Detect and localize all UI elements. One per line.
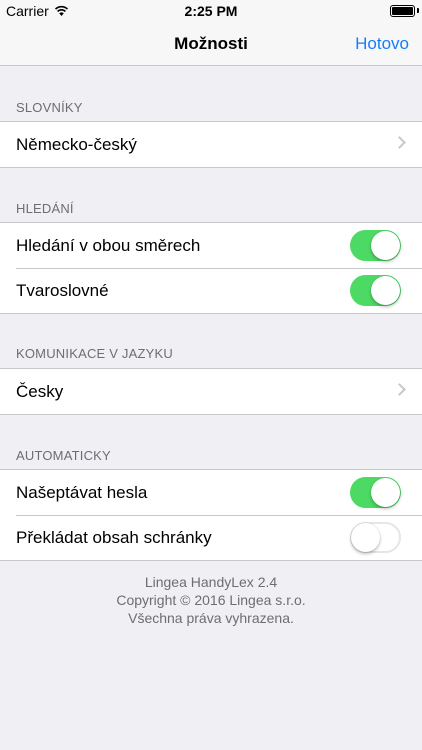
section-header-dictionaries: SLOVNÍKY (16, 100, 83, 115)
search-both-directions-toggle[interactable] (350, 230, 401, 261)
row-label: Našeptávat hesla (16, 482, 148, 502)
translate-clipboard-toggle[interactable] (350, 522, 401, 553)
navigation-bar: Možnosti Hotovo (0, 22, 422, 66)
chevron-right-icon (393, 136, 406, 149)
group-search: Hledání v obou směrech Tvaroslovné (0, 222, 422, 314)
row-label: Česky (16, 381, 64, 401)
copyright: Copyright © 2016 Lingea s.r.o. (116, 592, 306, 608)
row-translate-clipboard: Překládat obsah schránky (0, 515, 422, 560)
toggle-knob (371, 478, 400, 507)
row-suggest-entries: Našeptávat hesla (0, 470, 422, 515)
battery-tip (417, 8, 419, 13)
toggle-knob (371, 276, 400, 305)
status-time: 2:25 PM (184, 3, 238, 19)
row-label: Německo-český (16, 134, 137, 154)
row-morphology: Tvaroslovné (0, 268, 422, 313)
row-label: Tvaroslovné (16, 280, 109, 300)
battery-icon (390, 5, 415, 17)
app-version: Lingea HandyLex 2.4 (144, 574, 278, 590)
done-button[interactable]: Hotovo (355, 34, 409, 54)
group-dictionaries: Německo-český (0, 121, 422, 168)
section-header-automatic: AUTOMATICKY (16, 448, 111, 463)
row-search-both-directions: Hledání v obou směrech (0, 223, 422, 268)
app-info-footer: Lingea HandyLex 2.4 Copyright © 2016 Lin… (0, 573, 422, 627)
row-label: Překládat obsah schránky (16, 527, 212, 547)
toggle-knob (351, 523, 380, 552)
morphology-toggle[interactable] (350, 275, 401, 306)
row-label: Hledání v obou směrech (16, 235, 201, 255)
status-bar: Carrier 2:25 PM (0, 0, 422, 22)
section-header-search: HLEDÁNÍ (16, 201, 74, 216)
group-automatic: Našeptávat hesla Překládat obsah schránk… (0, 469, 422, 561)
group-language: Česky (0, 368, 422, 415)
rights-reserved: Všechna práva vyhrazena. (128, 610, 294, 626)
row-language[interactable]: Česky (0, 369, 422, 414)
chevron-right-icon (393, 383, 406, 396)
section-header-language: KOMUNIKACE V JAZYKU (16, 346, 173, 361)
row-dictionary[interactable]: Německo-český (0, 122, 422, 167)
toggle-knob (371, 231, 400, 260)
suggest-entries-toggle[interactable] (350, 477, 401, 508)
